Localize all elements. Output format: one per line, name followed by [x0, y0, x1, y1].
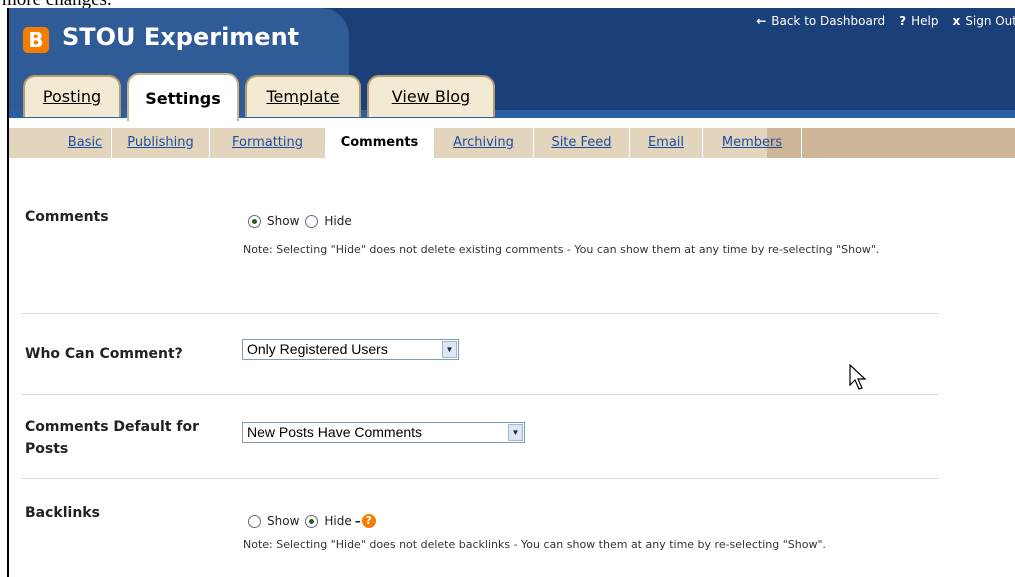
- sign-out-link[interactable]: x Sign Out: [953, 14, 1015, 28]
- back-arrow-icon: ←: [756, 14, 767, 28]
- comments-hide-label: Hide: [324, 214, 352, 228]
- browser-frame: B STOU Experiment ← Back to Dashboard ? …: [7, 8, 1015, 577]
- chevron-down-icon[interactable]: ▼: [508, 424, 523, 441]
- backlinks-note: Note: Selecting "Hide" does not delete b…: [243, 538, 827, 551]
- backlinks-dash: –: [354, 514, 361, 528]
- backlinks-hide-label: Hide: [324, 514, 352, 528]
- who-can-comment-value: Only Registered Users: [247, 341, 388, 357]
- comments-show-label: Show: [267, 214, 300, 228]
- help-link[interactable]: ? Help: [899, 14, 938, 28]
- comments-hide-radio[interactable]: [305, 214, 319, 228]
- tab-posting[interactable]: Posting: [23, 75, 121, 117]
- comments-label: Comments: [25, 209, 109, 225]
- settings-subtabs: Basic Publishing Formatting Comments Arc…: [9, 128, 1015, 159]
- subtabs-fade: [767, 128, 1015, 158]
- backlinks-radio-group: Show Hide – ?: [248, 514, 376, 528]
- back-to-dashboard-label: Back to Dashboard: [771, 14, 886, 28]
- section-divider: [21, 313, 939, 314]
- tab-settings[interactable]: Settings: [127, 73, 239, 121]
- default-for-posts-label: Comments Default for Posts: [25, 419, 200, 457]
- top-cut-text: more changes.: [0, 0, 1015, 8]
- comments-radio-group: Show Hide: [248, 214, 352, 228]
- blog-title: STOU Experiment: [62, 23, 300, 51]
- subtab-archiving[interactable]: Archiving: [434, 128, 534, 158]
- blogger-header: B STOU Experiment ← Back to Dashboard ? …: [9, 8, 1015, 121]
- who-can-comment-select[interactable]: Only Registered Users ▼: [242, 339, 459, 360]
- backlinks-show-label: Show: [267, 514, 300, 528]
- subtab-formatting[interactable]: Formatting: [210, 128, 326, 158]
- section-divider: [21, 478, 939, 479]
- close-icon: x: [952, 14, 961, 28]
- subtab-site-feed[interactable]: Site Feed: [534, 128, 630, 158]
- tab-template[interactable]: Template: [245, 75, 361, 117]
- tab-view-blog[interactable]: View Blog: [367, 75, 495, 117]
- tab-posting-label: Posting: [42, 87, 102, 106]
- backlinks-hide-radio[interactable]: [305, 514, 319, 528]
- tab-view-blog-label: View Blog: [391, 87, 471, 106]
- top-nav: ← Back to Dashboard ? Help x Sign Out: [756, 14, 1015, 28]
- help-icon: ?: [899, 14, 907, 28]
- default-for-posts-value: New Posts Have Comments: [247, 424, 423, 440]
- section-divider: [21, 394, 939, 395]
- subtab-email[interactable]: Email: [630, 128, 703, 158]
- backlinks-show-radio[interactable]: [248, 514, 261, 528]
- chevron-down-icon[interactable]: ▼: [442, 341, 457, 358]
- backlinks-label: Backlinks: [25, 505, 100, 521]
- comments-note: Note: Selecting "Hide" does not delete e…: [243, 243, 880, 256]
- tab-template-label: Template: [266, 87, 340, 106]
- sign-out-label: Sign Out: [965, 14, 1015, 28]
- mouse-cursor-icon: [849, 364, 867, 390]
- blogger-logo-icon[interactable]: B: [23, 27, 49, 53]
- back-to-dashboard-link[interactable]: ← Back to Dashboard: [756, 14, 885, 28]
- subtab-members[interactable]: Members: [703, 128, 802, 158]
- comments-show-radio[interactable]: [248, 214, 261, 228]
- subtab-comments[interactable]: Comments: [326, 128, 434, 159]
- tab-settings-label: Settings: [145, 89, 221, 108]
- subtab-basic[interactable]: Basic: [59, 128, 112, 158]
- default-for-posts-select[interactable]: New Posts Have Comments ▼: [242, 422, 525, 443]
- subtab-publishing[interactable]: Publishing: [112, 128, 210, 158]
- who-can-comment-label: Who Can Comment?: [25, 346, 183, 362]
- help-label: Help: [911, 14, 939, 28]
- help-icon[interactable]: ?: [361, 514, 376, 528]
